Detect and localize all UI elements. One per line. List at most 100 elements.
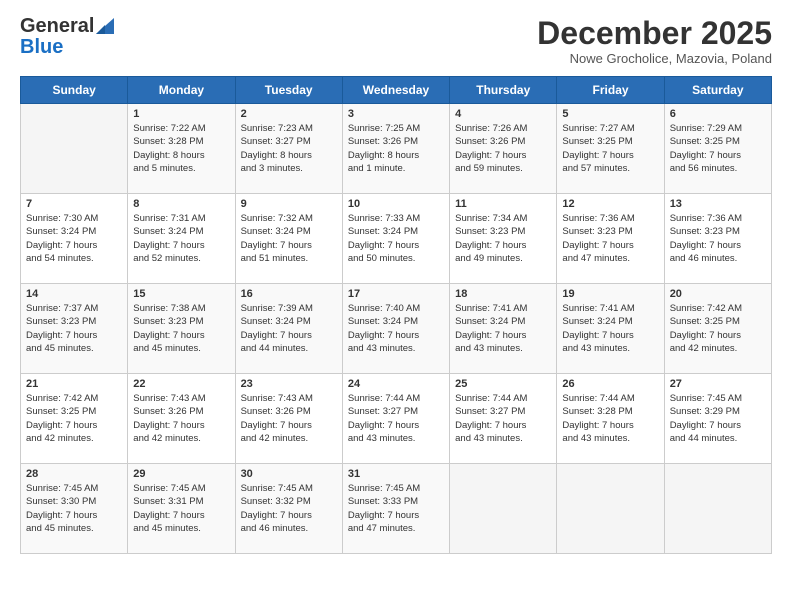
calendar-cell: 30 Sunrise: 7:45 AM Sunset: 3:32 PM Dayli… [235, 464, 342, 554]
day-number: 11 [455, 198, 551, 210]
day-number: 10 [348, 198, 444, 210]
day-info: Sunrise: 7:45 AM Sunset: 3:29 PM Dayligh… [670, 392, 766, 445]
calendar-cell: 19 Sunrise: 7:41 AM Sunset: 3:24 PM Dayli… [557, 284, 664, 374]
calendar-cell: 20 Sunrise: 7:42 AM Sunset: 3:25 PM Dayli… [664, 284, 771, 374]
day-number: 19 [562, 288, 658, 300]
day-number: 9 [241, 198, 337, 210]
calendar-cell [450, 464, 557, 554]
calendar-cell: 13Sunrise: 7:36 AM Sunset: 3:23 PM Dayli… [664, 194, 771, 284]
day-info: Sunrise: 7:38 AM Sunset: 3:23 PM Dayligh… [133, 302, 229, 355]
calendar-cell: 27 Sunrise: 7:45 AM Sunset: 3:29 PM Dayli… [664, 374, 771, 464]
day-info: Sunrise: 7:44 AM Sunset: 3:28 PM Dayligh… [562, 392, 658, 445]
calendar-cell: 26 Sunrise: 7:44 AM Sunset: 3:28 PM Dayli… [557, 374, 664, 464]
week-row-3: 14 Sunrise: 7:37 AM Sunset: 3:23 PM Dayli… [21, 284, 772, 374]
day-info: Sunrise: 7:43 AM Sunset: 3:26 PM Dayligh… [133, 392, 229, 445]
day-info: Sunrise: 7:37 AM Sunset: 3:23 PM Dayligh… [26, 302, 122, 355]
week-row-1: 1 Sunrise: 7:22 AM Sunset: 3:28 PM Daylig… [21, 104, 772, 194]
week-row-2: 7 Sunrise: 7:30 AM Sunset: 3:24 PM Daylig… [21, 194, 772, 284]
calendar-cell: 25Sunrise: 7:44 AM Sunset: 3:27 PM Dayli… [450, 374, 557, 464]
day-info: Sunrise: 7:42 AM Sunset: 3:25 PM Dayligh… [670, 302, 766, 355]
calendar-cell: 6 Sunrise: 7:29 AM Sunset: 3:25 PM Daylig… [664, 104, 771, 194]
days-of-week-row: SundayMondayTuesdayWednesdayThursdayFrid… [21, 77, 772, 104]
logo: General Blue [20, 16, 114, 59]
day-number: 31 [348, 468, 444, 480]
day-number: 30 [241, 468, 337, 480]
week-row-5: 28 Sunrise: 7:45 AM Sunset: 3:30 PM Dayli… [21, 464, 772, 554]
day-info: Sunrise: 7:32 AM Sunset: 3:24 PM Dayligh… [241, 212, 337, 265]
day-info: Sunrise: 7:39 AM Sunset: 3:24 PM Dayligh… [241, 302, 337, 355]
day-number: 2 [241, 108, 337, 120]
day-number: 3 [348, 108, 444, 120]
logo-general-text: General [20, 16, 94, 36]
calendar-cell: 5 Sunrise: 7:27 AM Sunset: 3:25 PM Daylig… [557, 104, 664, 194]
day-info: Sunrise: 7:41 AM Sunset: 3:24 PM Dayligh… [455, 302, 551, 355]
calendar-cell: 18Sunrise: 7:41 AM Sunset: 3:24 PM Dayli… [450, 284, 557, 374]
calendar-cell: 12 Sunrise: 7:36 AM Sunset: 3:23 PM Dayli… [557, 194, 664, 284]
day-number: 14 [26, 288, 122, 300]
day-number: 27 [670, 378, 766, 390]
calendar-cell [664, 464, 771, 554]
day-number: 6 [670, 108, 766, 120]
day-info: Sunrise: 7:22 AM Sunset: 3:28 PM Dayligh… [133, 122, 229, 175]
calendar-cell: 10 Sunrise: 7:33 AM Sunset: 3:24 PM Dayli… [342, 194, 449, 284]
title-block: December 2025 Nowe Grocholice, Mazovia, … [537, 16, 772, 66]
calendar-cell: 3 Sunrise: 7:25 AM Sunset: 3:26 PM Daylig… [342, 104, 449, 194]
day-info: Sunrise: 7:36 AM Sunset: 3:23 PM Dayligh… [562, 212, 658, 265]
calendar-cell [21, 104, 128, 194]
day-info: Sunrise: 7:43 AM Sunset: 3:26 PM Dayligh… [241, 392, 337, 445]
calendar-cell: 11 Sunrise: 7:34 AM Sunset: 3:23 PM Dayli… [450, 194, 557, 284]
day-number: 20 [670, 288, 766, 300]
calendar-cell: 24 Sunrise: 7:44 AM Sunset: 3:27 PM Dayli… [342, 374, 449, 464]
day-info: Sunrise: 7:27 AM Sunset: 3:25 PM Dayligh… [562, 122, 658, 175]
day-info: Sunrise: 7:41 AM Sunset: 3:24 PM Dayligh… [562, 302, 658, 355]
day-info: Sunrise: 7:45 AM Sunset: 3:31 PM Dayligh… [133, 482, 229, 535]
calendar-cell: 16 Sunrise: 7:39 AM Sunset: 3:24 PM Dayli… [235, 284, 342, 374]
day-info: Sunrise: 7:45 AM Sunset: 3:33 PM Dayligh… [348, 482, 444, 535]
day-of-week-thursday: Thursday [450, 77, 557, 104]
day-number: 4 [455, 108, 551, 120]
calendar-cell: 22Sunrise: 7:43 AM Sunset: 3:26 PM Dayli… [128, 374, 235, 464]
logo-icon [96, 18, 114, 34]
day-info: Sunrise: 7:25 AM Sunset: 3:26 PM Dayligh… [348, 122, 444, 175]
day-number: 24 [348, 378, 444, 390]
day-info: Sunrise: 7:45 AM Sunset: 3:32 PM Dayligh… [241, 482, 337, 535]
calendar-cell: 14 Sunrise: 7:37 AM Sunset: 3:23 PM Dayli… [21, 284, 128, 374]
day-number: 5 [562, 108, 658, 120]
day-info: Sunrise: 7:34 AM Sunset: 3:23 PM Dayligh… [455, 212, 551, 265]
day-info: Sunrise: 7:33 AM Sunset: 3:24 PM Dayligh… [348, 212, 444, 265]
day-number: 15 [133, 288, 229, 300]
day-of-week-wednesday: Wednesday [342, 77, 449, 104]
day-info: Sunrise: 7:30 AM Sunset: 3:24 PM Dayligh… [26, 212, 122, 265]
day-number: 28 [26, 468, 122, 480]
day-number: 7 [26, 198, 122, 210]
location-subtitle: Nowe Grocholice, Mazovia, Poland [537, 51, 772, 66]
day-of-week-tuesday: Tuesday [235, 77, 342, 104]
calendar-cell: 7 Sunrise: 7:30 AM Sunset: 3:24 PM Daylig… [21, 194, 128, 284]
calendar-cell: 15 Sunrise: 7:38 AM Sunset: 3:23 PM Dayli… [128, 284, 235, 374]
day-number: 8 [133, 198, 229, 210]
day-info: Sunrise: 7:23 AM Sunset: 3:27 PM Dayligh… [241, 122, 337, 175]
day-number: 13 [670, 198, 766, 210]
day-info: Sunrise: 7:29 AM Sunset: 3:25 PM Dayligh… [670, 122, 766, 175]
day-info: Sunrise: 7:44 AM Sunset: 3:27 PM Dayligh… [348, 392, 444, 445]
day-number: 25 [455, 378, 551, 390]
day-number: 12 [562, 198, 658, 210]
calendar-cell: 23Sunrise: 7:43 AM Sunset: 3:26 PM Dayli… [235, 374, 342, 464]
calendar-cell [557, 464, 664, 554]
day-info: Sunrise: 7:31 AM Sunset: 3:24 PM Dayligh… [133, 212, 229, 265]
calendar-cell: 2 Sunrise: 7:23 AM Sunset: 3:27 PM Daylig… [235, 104, 342, 194]
calendar-cell: 21Sunrise: 7:42 AM Sunset: 3:25 PM Dayli… [21, 374, 128, 464]
day-number: 16 [241, 288, 337, 300]
day-number: 21 [26, 378, 122, 390]
week-row-4: 21Sunrise: 7:42 AM Sunset: 3:25 PM Dayli… [21, 374, 772, 464]
day-info: Sunrise: 7:40 AM Sunset: 3:24 PM Dayligh… [348, 302, 444, 355]
calendar-table: SundayMondayTuesdayWednesdayThursdayFrid… [20, 76, 772, 554]
calendar-cell: 28 Sunrise: 7:45 AM Sunset: 3:30 PM Dayli… [21, 464, 128, 554]
day-number: 1 [133, 108, 229, 120]
day-number: 26 [562, 378, 658, 390]
day-info: Sunrise: 7:45 AM Sunset: 3:30 PM Dayligh… [26, 482, 122, 535]
page-header: General Blue December 2025 Nowe Grocholi… [20, 16, 772, 66]
month-title: December 2025 [537, 16, 772, 51]
calendar-cell: 1 Sunrise: 7:22 AM Sunset: 3:28 PM Daylig… [128, 104, 235, 194]
logo-blue-text: Blue [20, 36, 63, 58]
